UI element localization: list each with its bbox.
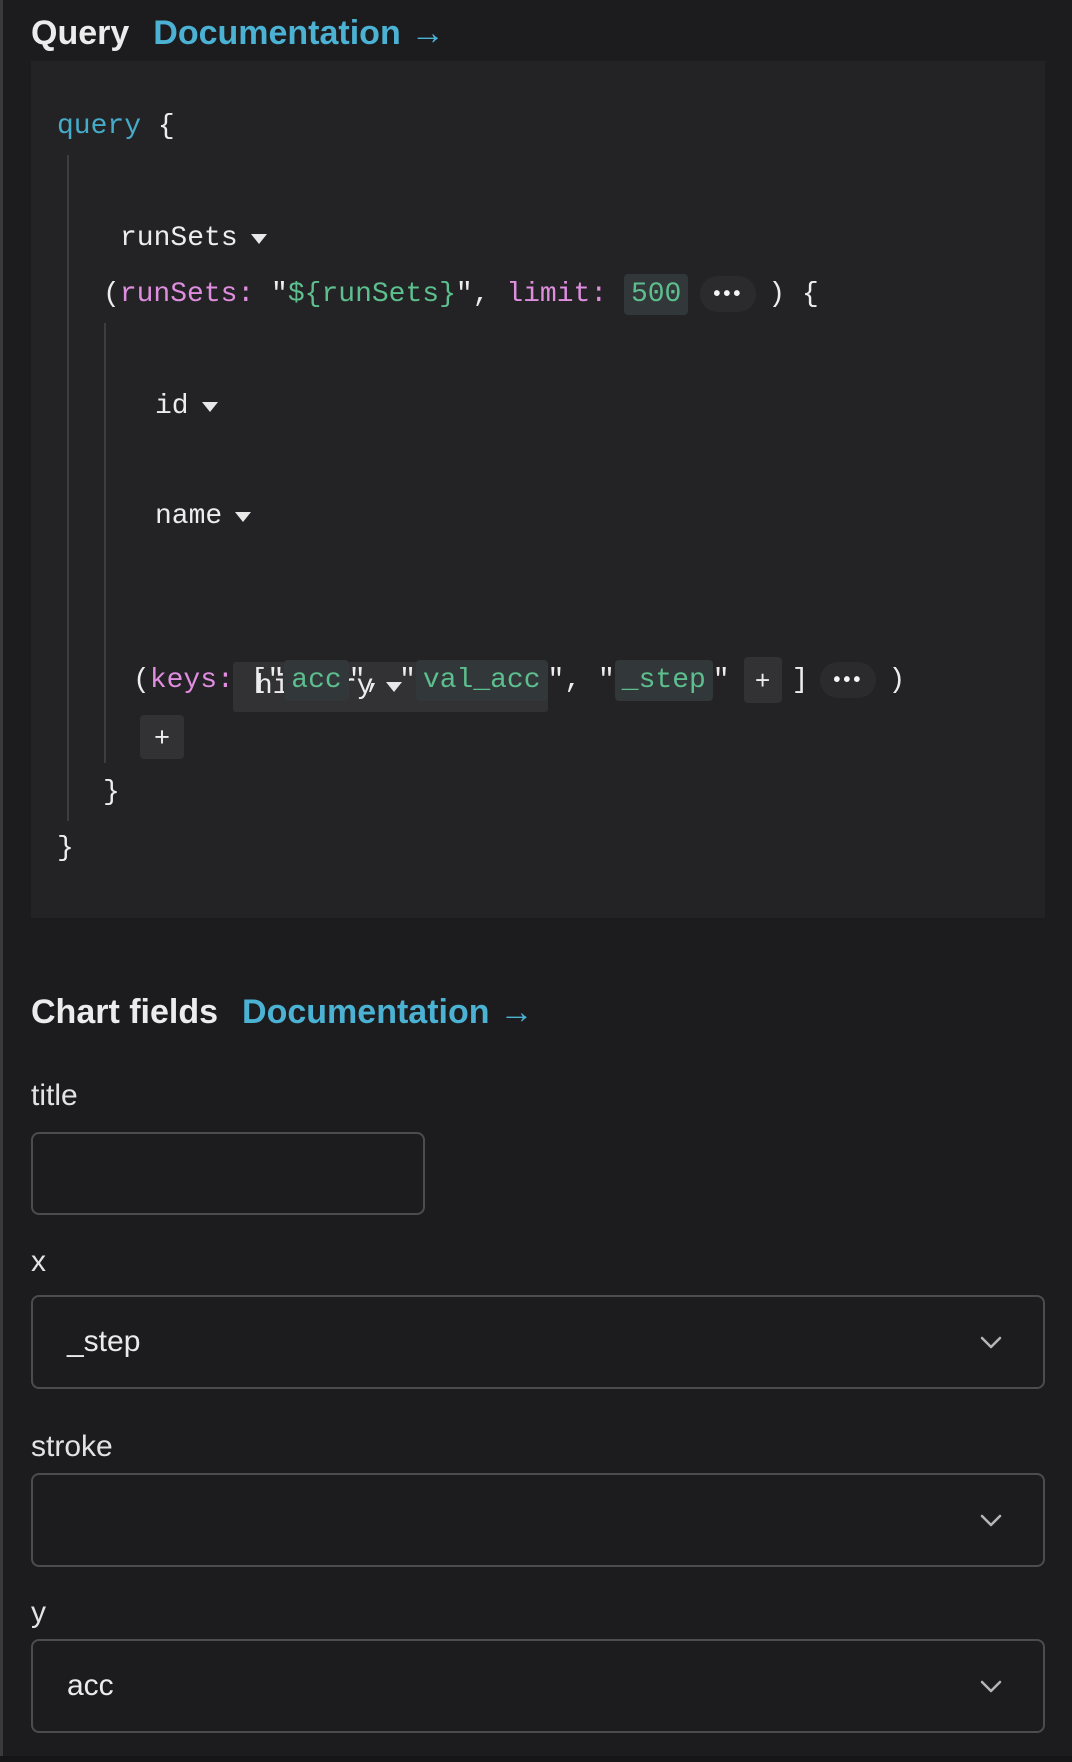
history-field-row: history — [31, 603, 1045, 653]
close-brace-outer: } — [31, 821, 1045, 877]
key-token-val-acc[interactable]: val_acc — [416, 660, 548, 701]
field-label-y: y — [31, 1595, 1072, 1631]
query-section-header: Query Documentation → — [31, 0, 1072, 54]
more-options-button[interactable]: ••• — [820, 662, 876, 698]
more-options-button[interactable]: ••• — [700, 276, 756, 312]
documentation-link-chart-fields[interactable]: Documentation → — [242, 991, 533, 1033]
stroke-select[interactable] — [31, 1473, 1045, 1567]
add-key-button[interactable]: + — [744, 657, 782, 703]
code-line-query: query { — [31, 99, 1045, 155]
chart-fields-section-title: Chart fields — [31, 991, 218, 1033]
id-field-button[interactable]: id — [31, 379, 1045, 435]
x-select-value: _step — [67, 1325, 140, 1359]
query-panel-editor: Query Documentation → query { runSets (r… — [0, 0, 1072, 1733]
add-field-button[interactable]: + — [140, 715, 184, 759]
arrow-right-icon: → — [500, 991, 534, 1033]
chevron-down-icon — [979, 1335, 1003, 1350]
arrow-right-icon: → — [411, 12, 445, 54]
panel-bottom-border — [0, 1756, 1072, 1762]
chart-fields-section-header: Chart fields Documentation → — [31, 991, 1072, 1033]
add-field-row: + — [31, 709, 1045, 765]
field-label-title: title — [31, 1078, 1072, 1114]
runsets-field-label: runSets — [120, 211, 238, 267]
y-select[interactable]: acc — [31, 1639, 1045, 1733]
key-token-step[interactable]: _step — [615, 660, 713, 701]
documentation-link-label: Documentation — [242, 991, 489, 1033]
history-args-line: (keys: ["acc", "val_acc", "_step"+]•••) — [31, 653, 1045, 709]
field-label-x: x — [31, 1244, 1072, 1280]
runsets-template-value: ${runSets} — [288, 279, 456, 310]
x-select[interactable]: _step — [31, 1295, 1045, 1389]
id-field-label: id — [155, 379, 189, 435]
y-select-value: acc — [67, 1669, 114, 1703]
query-editor-panel: query { runSets (runSets: "${runSets}", … — [31, 61, 1045, 918]
caret-down-icon — [202, 402, 218, 412]
query-keyword: query — [57, 111, 141, 142]
limit-value-token[interactable]: 500 — [624, 274, 688, 315]
caret-down-icon — [235, 512, 251, 522]
arg-name-runsets: runSets: — [120, 279, 254, 310]
chevron-down-icon — [979, 1679, 1003, 1694]
caret-down-icon — [251, 234, 267, 244]
chevron-down-icon — [979, 1513, 1003, 1528]
runsets-field-button[interactable]: runSets — [31, 211, 1045, 267]
name-field-button[interactable]: name — [31, 489, 1045, 545]
field-label-stroke: stroke — [31, 1429, 1072, 1465]
documentation-link-query[interactable]: Documentation → — [153, 12, 444, 54]
arg-name-limit: limit: — [506, 279, 607, 310]
close-brace-inner: } — [31, 765, 1045, 821]
runsets-args-line: (runSets: "${runSets}", limit: 500•••) { — [31, 267, 1045, 323]
name-field-label: name — [155, 489, 222, 545]
key-token-acc[interactable]: acc — [284, 660, 348, 701]
documentation-link-label: Documentation — [153, 12, 400, 54]
ellipsis-icon: ••• — [713, 283, 743, 305]
arg-name-keys: keys: — [150, 665, 234, 696]
title-input[interactable] — [31, 1132, 425, 1215]
open-brace: { — [158, 111, 175, 142]
ellipsis-icon: ••• — [833, 669, 863, 691]
query-section-title: Query — [31, 12, 129, 54]
